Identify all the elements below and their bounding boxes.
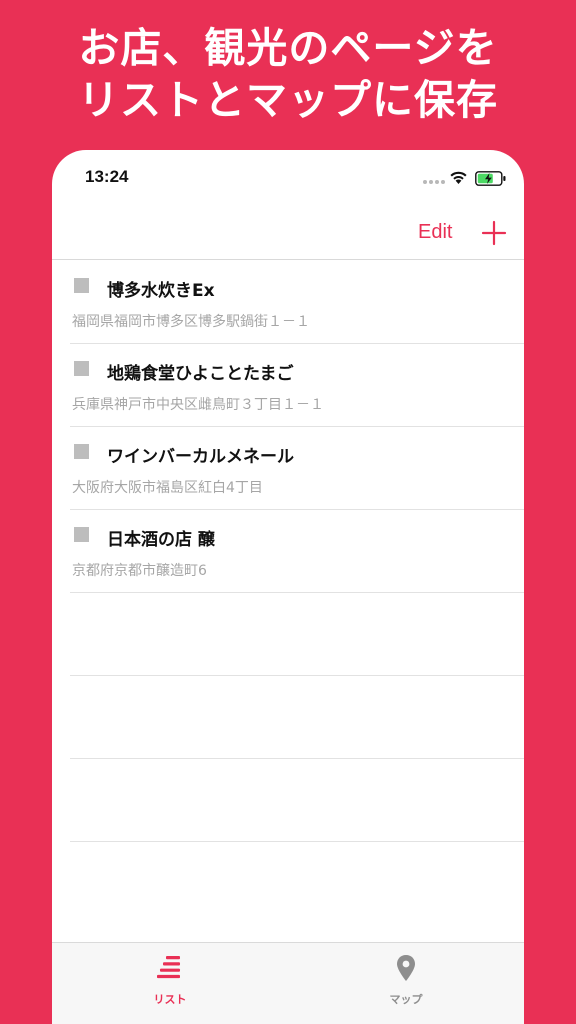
category-square-icon [74, 361, 89, 376]
list-item-title: 日本酒の店 醸 [107, 530, 215, 550]
empty-row [70, 759, 524, 842]
headline-line-2: リストとマップに保存 [78, 76, 498, 124]
list-item[interactable]: 博多水炊きEx 福岡県福岡市博多区博多駅鍋街１－１ [70, 261, 524, 344]
status-time: 13:24 [85, 167, 129, 186]
tab-list-label: リスト [153, 993, 187, 1006]
edit-button[interactable]: Edit [418, 221, 452, 244]
list-item-title: 地鶏食堂ひよことたまご [107, 364, 294, 384]
wifi-icon [450, 171, 467, 184]
battery-icon [475, 171, 506, 186]
tab-map-label: マップ [389, 993, 423, 1006]
headline-line-1: お店、観光のページを [78, 24, 498, 72]
empty-row [70, 593, 524, 676]
list-item-title: 博多水炊きEx [107, 281, 215, 301]
phone-screen: 13:24 Edit 博多水炊きEx 福岡県福岡市博多区博多駅鍋街１－１ 地鶏食… [52, 150, 524, 1024]
add-icon[interactable] [481, 220, 507, 246]
list-item-address: 京都府京都市醸造町6 [72, 563, 207, 579]
list-icon [157, 956, 180, 979]
list-item-title: ワインバーカルメネール [107, 447, 294, 467]
tab-bar: リスト マップ [52, 942, 524, 1024]
tab-list[interactable]: リスト [52, 943, 288, 1024]
empty-row [70, 676, 524, 759]
list-item[interactable]: 地鶏食堂ひよことたまご 兵庫県神戸市中央区雌鳥町３丁目１－１ [70, 344, 524, 427]
category-square-icon [74, 278, 89, 293]
list-item-address: 兵庫県神戸市中央区雌鳥町３丁目１－１ [72, 397, 324, 413]
category-square-icon [74, 444, 89, 459]
list-item-address: 福岡県福岡市博多区博多駅鍋街１－１ [72, 314, 310, 330]
tab-map[interactable]: マップ [288, 943, 524, 1024]
map-pin-icon [397, 955, 415, 981]
status-bar: 13:24 [52, 150, 524, 210]
list-item[interactable]: 日本酒の店 醸 京都府京都市醸造町6 [70, 510, 524, 593]
cellular-signal-icon [423, 180, 445, 185]
list-item[interactable]: ワインバーカルメネール 大阪府大阪市福島区紅白4丁目 [70, 427, 524, 510]
place-list: 博多水炊きEx 福岡県福岡市博多区博多駅鍋街１－１ 地鶏食堂ひよことたまご 兵庫… [52, 261, 524, 842]
promo-headline: お店、観光のページを リストとマップに保存 [0, 22, 576, 126]
category-square-icon [74, 527, 89, 542]
list-item-address: 大阪府大阪市福島区紅白4丁目 [72, 480, 263, 496]
navigation-bar: Edit [52, 210, 524, 260]
